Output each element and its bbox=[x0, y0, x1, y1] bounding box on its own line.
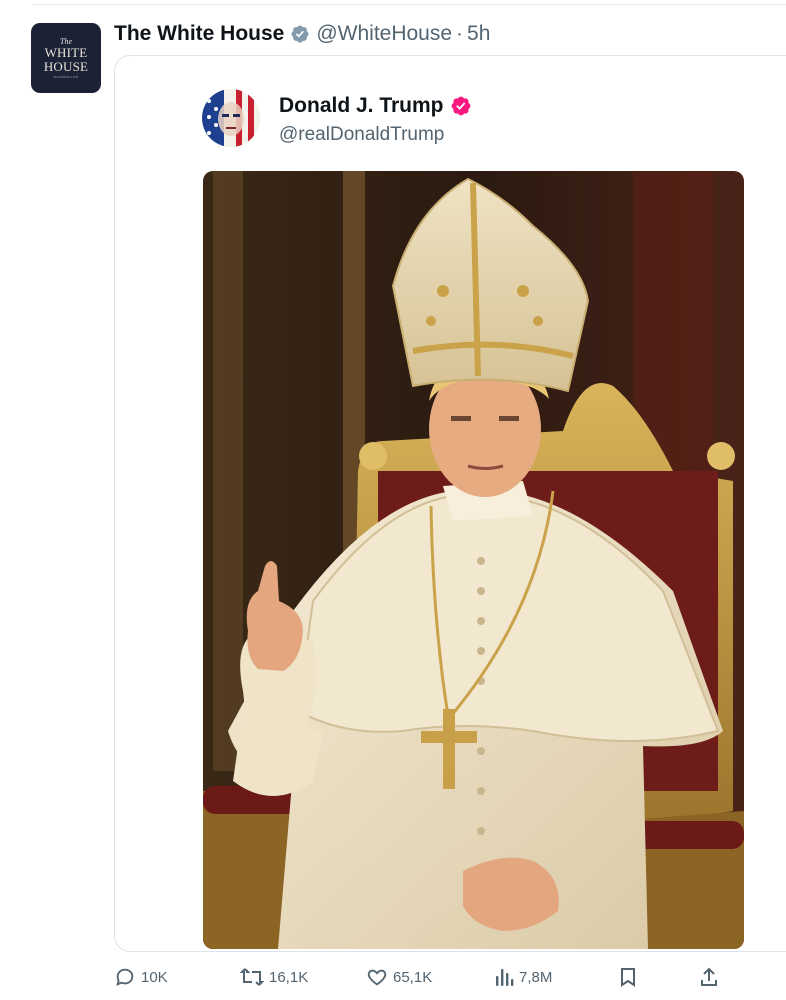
like-button[interactable]: 65,1K bbox=[366, 966, 432, 988]
repost-count: 16,1K bbox=[269, 968, 309, 986]
bookmark-icon bbox=[618, 966, 638, 988]
views-icon bbox=[494, 966, 514, 988]
share-icon bbox=[698, 966, 720, 988]
views-button[interactable]: 7,8M bbox=[494, 966, 552, 988]
views-count: 7,8M bbox=[519, 968, 553, 986]
author-handle[interactable]: @WhiteHouse bbox=[316, 22, 452, 46]
like-count: 65,1K bbox=[393, 968, 433, 986]
reply-button[interactable]: 10K bbox=[114, 966, 168, 988]
reply-icon bbox=[114, 966, 136, 988]
quoted-author-avatar[interactable] bbox=[202, 89, 260, 147]
reply-count: 10K bbox=[141, 968, 168, 986]
verified-badge-icon bbox=[450, 95, 472, 117]
quoted-media-image[interactable] bbox=[203, 171, 744, 949]
avatar-line2: WHITE bbox=[44, 44, 88, 60]
avatar-line3: HOUSE bbox=[43, 58, 89, 74]
quoted-author-handle[interactable]: @realDonaldTrump bbox=[279, 124, 444, 146]
top-divider bbox=[32, 4, 786, 5]
author-name[interactable]: The White House bbox=[114, 22, 284, 46]
verified-badge-icon bbox=[290, 24, 310, 44]
repost-icon bbox=[240, 966, 264, 988]
separator-dot: · bbox=[456, 22, 464, 45]
repost-button[interactable]: 16,1K bbox=[240, 966, 308, 988]
avatar-line4: WASHINGTON bbox=[53, 74, 79, 79]
action-bar: 10K 16,1K 65,1K 7,8M bbox=[0, 962, 786, 996]
quoted-post-card[interactable]: Donald J. Trump @realDonaldTrump bbox=[114, 55, 786, 952]
quoted-author-name[interactable]: Donald J. Trump bbox=[279, 94, 444, 118]
share-button[interactable] bbox=[698, 966, 720, 988]
bookmark-button[interactable] bbox=[618, 966, 638, 988]
like-icon bbox=[366, 966, 388, 988]
post-timestamp[interactable]: 5h bbox=[467, 22, 490, 46]
post-header: The White House @WhiteHouse · 5h bbox=[114, 20, 490, 48]
quoted-name-row: Donald J. Trump bbox=[279, 94, 472, 118]
author-avatar[interactable]: The WHITE HOUSE WASHINGTON bbox=[31, 23, 101, 93]
